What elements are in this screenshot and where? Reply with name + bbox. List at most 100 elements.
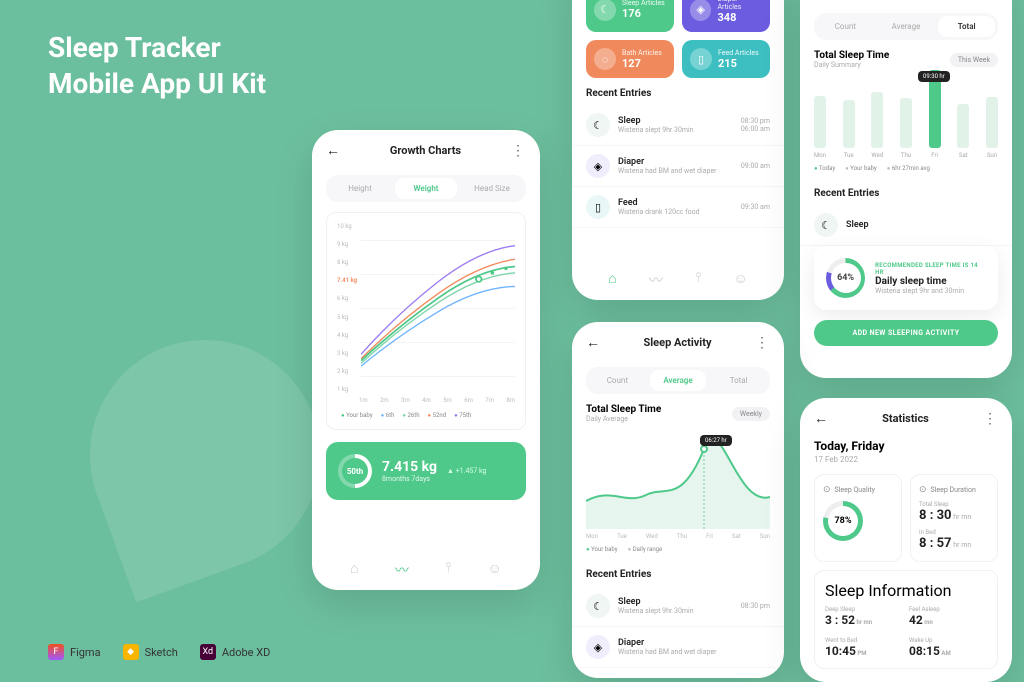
moon-icon: ☾ xyxy=(586,113,610,137)
more-icon[interactable]: ⋮ xyxy=(755,335,770,351)
add-activity-button[interactable]: ADD NEW SLEEPING ACTIVITY xyxy=(814,320,998,346)
phone-sleep-activity-total: Sleep Activity Count Average Total Total… xyxy=(800,0,1012,378)
tool-label: Adobe XD xyxy=(222,646,271,659)
hero-title: Sleep Tracker Mobile App UI Kit xyxy=(48,30,266,103)
progress-ring: 64% xyxy=(826,258,865,298)
tab-total[interactable]: Total xyxy=(710,370,767,391)
summary-card[interactable]: 50th 7.415 kg 8months 7days ▲ +1.457 kg xyxy=(326,442,526,500)
diaper-icon: ◈ xyxy=(690,0,711,21)
rec-tag: RECOMMENDED SLEEP TIME IS 14 HR xyxy=(875,262,986,276)
tab-height[interactable]: Height xyxy=(329,178,391,199)
chart-subtitle: Daily Average xyxy=(586,415,661,423)
card-bath-articles[interactable]: ◌Bath Articles127 xyxy=(586,40,674,78)
y-axis: 10 kg9 kg8 kg 7.41 kg 6 kg5 kg4 kg 3 kg2… xyxy=(337,223,357,393)
tab-average[interactable]: Average xyxy=(878,16,935,37)
box-label: Sleep Quality xyxy=(823,485,893,495)
entry-sleep[interactable]: ☾Sleep xyxy=(800,205,1012,246)
date-sub: 17 Feb 2022 xyxy=(800,453,1012,474)
moon-icon: ☾ xyxy=(586,594,610,618)
nav-profile-icon[interactable]: ☺ xyxy=(488,560,502,580)
growth-chart: 10 kg9 kg8 kg 7.41 kg 6 kg5 kg4 kg 3 kg2… xyxy=(326,212,526,430)
phone-sleep-activity-average: ← Sleep Activity ⋮ Count Average Total T… xyxy=(572,322,784,678)
tab-headsize[interactable]: Head Size xyxy=(461,178,523,199)
recent-entries-title: Recent Entries xyxy=(572,559,784,586)
diaper-icon: ◈ xyxy=(586,154,610,178)
rec-main: Daily sleep time xyxy=(875,276,986,287)
percentile-ring: 50th xyxy=(338,454,372,488)
background-shape xyxy=(58,308,353,603)
screen-title: Sleep Activity xyxy=(644,336,712,349)
tool-label: Sketch xyxy=(145,646,178,659)
card-sleep-articles[interactable]: ☾Sleep Articles176 xyxy=(586,0,674,32)
figma-icon: F xyxy=(48,644,64,660)
recent-entries-title: Recent Entries xyxy=(800,178,1012,205)
diaper-icon: ◈ xyxy=(586,635,610,659)
tab-count[interactable]: Count xyxy=(817,16,874,37)
more-icon[interactable]: ⋮ xyxy=(983,411,998,427)
entry-diaper[interactable]: ◈DiaperWisteria had BM and wet diaper09:… xyxy=(572,146,784,187)
sketch-icon: ◆ xyxy=(123,644,139,660)
xd-icon: Xd xyxy=(200,644,216,660)
box-label: Sleep Duration xyxy=(919,485,989,495)
growth-tabs: Height Weight Head Size xyxy=(326,175,526,202)
tab-average[interactable]: Average xyxy=(650,370,707,391)
summary-age: 8months 7days xyxy=(382,475,437,483)
screen-title: Growth Charts xyxy=(390,144,461,157)
nav-profile-icon[interactable]: ☺ xyxy=(734,270,748,290)
entry-feed[interactable]: ▯FeedWisteria drank 120cc food09:30 am xyxy=(572,187,784,228)
article-cards: ☾Sleep Articles176 ◈Diaper Articles348 ◌… xyxy=(572,0,784,78)
chart-legend: Your babyDaily range xyxy=(572,540,784,559)
tab-total[interactable]: Total xyxy=(938,16,995,37)
screen-title: Statistics xyxy=(882,412,929,425)
nav-stats-icon[interactable]: ⫯ xyxy=(695,270,701,290)
chart-tooltip: 06:27 hr xyxy=(700,435,732,446)
x-axis: 1m2m3m4m5m6m7m8m xyxy=(337,397,515,404)
chart-tooltip: 09:30 hr xyxy=(918,71,950,82)
entry-sleep[interactable]: ☾SleepWisteria slept 9hr 30min08:30 pm06… xyxy=(572,105,784,146)
bath-icon: ◌ xyxy=(594,48,616,70)
nav-home-icon[interactable]: ⌂ xyxy=(608,270,616,290)
tool-label: Figma xyxy=(70,646,101,659)
card-diaper-articles[interactable]: ◈Diaper Articles348 xyxy=(682,0,770,32)
sleep-duration-box[interactable]: Sleep Duration Total Sleep 8 : 30 hr mn … xyxy=(910,474,998,562)
tools-row: F Figma ◆ Sketch Xd Adobe XD xyxy=(48,644,270,660)
entry-sleep[interactable]: ☾SleepWisteria slept 9hr 30min08:30 pm xyxy=(572,586,784,627)
tool-figma: F Figma xyxy=(48,644,101,660)
phone-statistics: ← Statistics ⋮ Today, Friday 17 Feb 2022… xyxy=(800,398,1012,682)
recent-entries-title: Recent Entries xyxy=(572,78,784,105)
bottom-nav: ⌂ 〰 ⫯ ☺ xyxy=(312,560,540,580)
nav-chart-icon[interactable]: 〰 xyxy=(649,270,663,290)
chart-legend: Your baby6th26th52nd75th xyxy=(337,412,515,419)
period-pill[interactable]: Weekly xyxy=(732,407,770,421)
more-icon[interactable]: ⋮ xyxy=(511,143,526,159)
bottle-icon: ▯ xyxy=(690,48,712,70)
chart-subtitle: Daily Summary xyxy=(814,61,889,69)
recommendation-card: 64% RECOMMENDED SLEEP TIME IS 14 HRDaily… xyxy=(814,246,998,310)
bottom-nav: ⌂ 〰 ⫯ ☺ xyxy=(572,270,784,290)
rec-sub: Wisteria slept 9hr and 30min xyxy=(875,287,986,295)
tab-weight[interactable]: Weight xyxy=(395,178,457,199)
entry-diaper[interactable]: ◈DiaperWisteria had BM and wet diaper xyxy=(572,627,784,668)
sleep-info-box: Sleep Information Deep Sleep3 : 52 hr mn… xyxy=(814,570,998,669)
phone-growth-charts: ← Growth Charts ⋮ Height Weight Head Siz… xyxy=(312,130,540,590)
tool-sketch: ◆ Sketch xyxy=(123,644,178,660)
nav-stats-icon[interactable]: ⫯ xyxy=(445,560,451,580)
sleep-quality-box[interactable]: Sleep Quality 78% xyxy=(814,474,902,562)
chart-title: Total Sleep Time xyxy=(586,404,661,415)
period-pill[interactable]: This Week xyxy=(950,53,998,67)
box-label: Sleep Information xyxy=(825,581,987,600)
chart-legend: TodayYour baby6hr 27min avg xyxy=(800,159,1012,178)
date-title: Today, Friday xyxy=(800,439,1012,453)
card-feed-articles[interactable]: ▯Feed Articles215 xyxy=(682,40,770,78)
back-icon[interactable]: ← xyxy=(814,410,828,427)
back-icon[interactable]: ← xyxy=(326,142,340,159)
summary-weight: 7.415 kg xyxy=(382,459,437,475)
bottle-icon: ▯ xyxy=(586,195,610,219)
chart-title: Total Sleep Time xyxy=(814,50,889,61)
tab-count[interactable]: Count xyxy=(589,370,646,391)
back-icon[interactable]: ← xyxy=(586,334,600,351)
nav-home-icon[interactable]: ⌂ xyxy=(350,560,358,580)
bar-chart: Mon Tue Wed Thu Fri Sat Sun xyxy=(800,69,1012,159)
nav-chart-icon[interactable]: 〰 xyxy=(395,560,409,580)
summary-delta: ▲ +1.457 kg xyxy=(447,467,486,475)
